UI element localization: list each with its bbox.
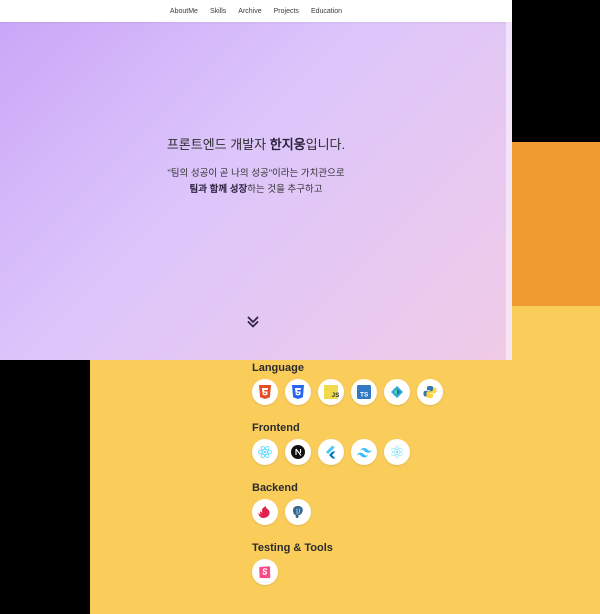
- top-navigation: AboutMe Skills Archive Projects Educatio…: [0, 0, 512, 22]
- tailwind-icon: [351, 439, 377, 465]
- hero-subtitle-line-2: 팀과 함께 성장하는 것을 추구하고: [0, 182, 512, 198]
- skill-group-testing-tools: Testing & Tools: [252, 540, 552, 585]
- hero-title-prefix: 프론트엔드 개발자: [166, 137, 270, 152]
- svg-text:TS: TS: [360, 392, 369, 399]
- storybook-icon: [252, 559, 278, 585]
- skill-row: [252, 439, 552, 465]
- hero-title-suffix: 입니다.: [305, 137, 346, 152]
- skill-group-title: Testing & Tools: [252, 542, 333, 554]
- skill-group-frontend: Frontend: [252, 420, 552, 465]
- skill-group-backend: Backend: [252, 480, 552, 525]
- hero-section: AboutMe Skills Archive Projects Educatio…: [0, 0, 512, 360]
- svg-text:JS: JS: [332, 392, 340, 399]
- nestjs-icon: [252, 499, 278, 525]
- hero-subtitle-rest: 하는 것을 추구하고: [247, 184, 323, 195]
- postgresql-icon: [285, 499, 311, 525]
- nav-link-projects[interactable]: Projects: [274, 8, 299, 15]
- javascript-icon: JS: [318, 379, 344, 405]
- nav-link-archive[interactable]: Archive: [238, 8, 261, 15]
- skill-row: [252, 499, 552, 525]
- skill-group-language: Language JS TS: [252, 360, 552, 405]
- hero-title: 프론트엔드 개발자 한지웅입니다.: [0, 134, 512, 153]
- skill-group-title: Frontend: [252, 422, 300, 434]
- nav-link-aboutme[interactable]: AboutMe: [170, 8, 198, 15]
- css3-icon: [285, 379, 311, 405]
- hero-subtitle-line-1: "팀의 성공이 곧 나의 성공"이라는 가치관으로: [167, 168, 345, 179]
- skill-row: JS TS: [252, 379, 552, 405]
- react-icon: [252, 439, 278, 465]
- flutter-icon: [318, 439, 344, 465]
- nav-link-education[interactable]: Education: [311, 8, 342, 15]
- hero-subtitle: "팀의 성공이 곧 나의 성공"이라는 가치관으로 팀과 함께 성장하는 것을 …: [0, 166, 512, 198]
- skill-group-title: Backend: [252, 482, 298, 494]
- typescript-icon: TS: [351, 379, 377, 405]
- azure-icon: [384, 379, 410, 405]
- page-stage: Language JS TS Frontend Backend Testing …: [0, 0, 600, 614]
- double-chevron-down-icon[interactable]: [246, 315, 260, 329]
- skills-content: Language JS TS Frontend Backend Testing …: [252, 360, 552, 600]
- html5-icon: [252, 379, 278, 405]
- hero-title-name: 한지웅: [269, 137, 306, 152]
- electron-icon: [384, 439, 410, 465]
- python-icon: [417, 379, 443, 405]
- nextjs-icon: [285, 439, 311, 465]
- nav-link-skills[interactable]: Skills: [210, 8, 226, 15]
- hero-subtitle-bold: 팀과 함께 성장: [189, 184, 248, 195]
- skill-row: [252, 559, 552, 585]
- skill-group-title: Language: [252, 362, 304, 374]
